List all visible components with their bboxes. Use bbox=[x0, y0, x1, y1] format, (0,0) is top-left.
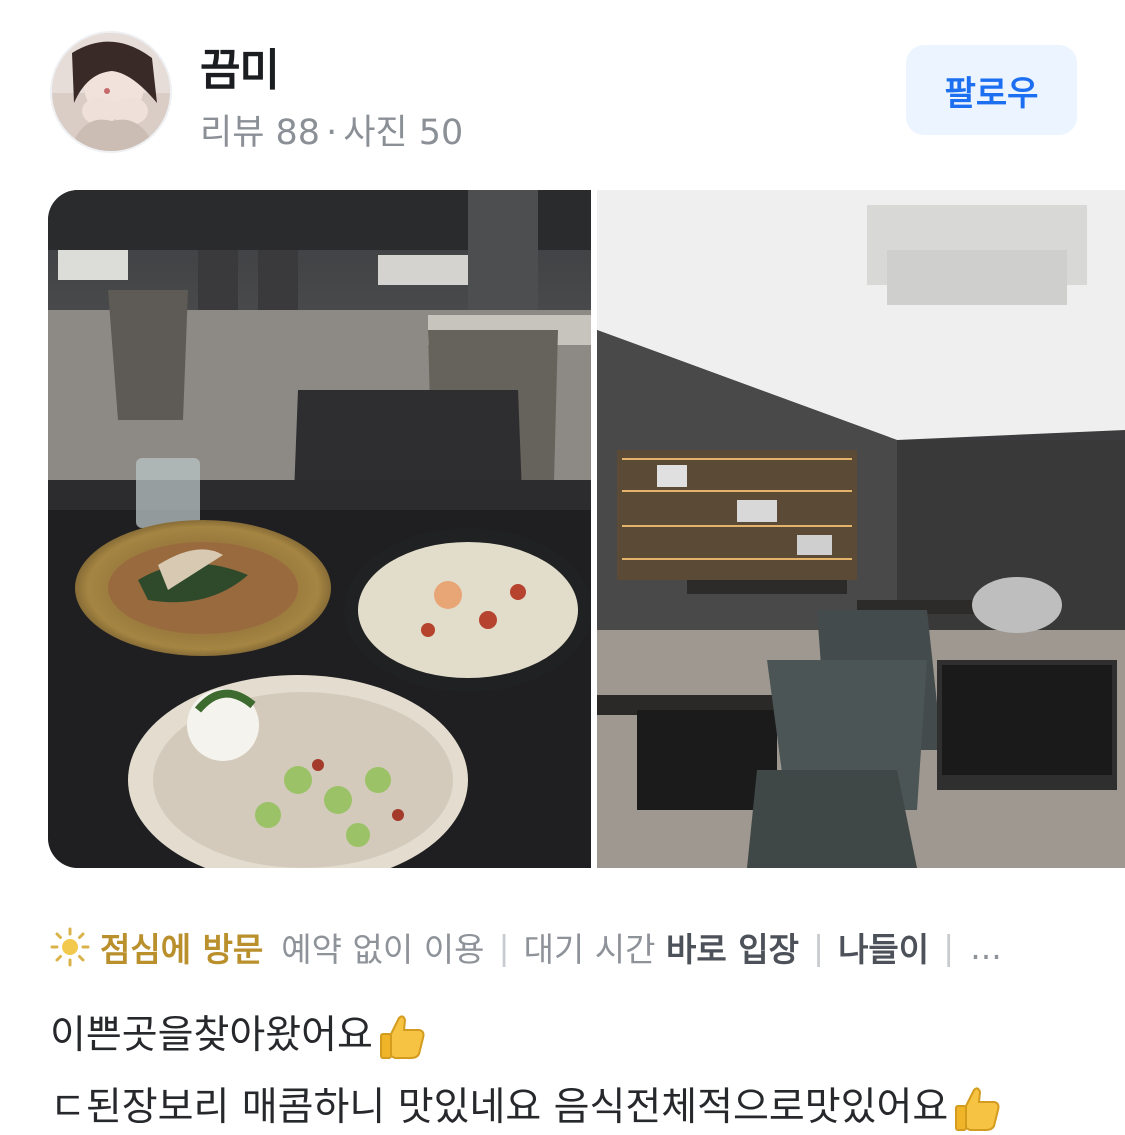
follow-button[interactable]: 팔로우 bbox=[906, 45, 1077, 135]
visit-tags: 점심에 방문 예약 없이 이용 | 대기 시간 바로 입장 | 나들이 | ..… bbox=[50, 923, 1002, 971]
visit-time-tag: 점심에 방문 bbox=[100, 930, 264, 969]
review-count: 리뷰 88 bbox=[200, 113, 321, 153]
more-tags[interactable]: ... bbox=[970, 928, 1001, 967]
review-line-2: ㄷ된장보리 매콤하니 맛있네요 음식전체적으로맛있어요 bbox=[50, 1072, 1004, 1135]
user-name[interactable]: 끔미 bbox=[200, 34, 280, 98]
review-text: 이쁜곳을찾아왔어요 ㄷ된장보리 매콤하니 맛있네요 음식전체적으로맛있어요 bbox=[50, 1000, 1004, 1135]
thumbs-up-icon bbox=[379, 1015, 425, 1059]
user-stats: 리뷰 88 · 사진 50 bbox=[200, 104, 463, 155]
review-line-1: 이쁜곳을찾아왔어요 bbox=[50, 1000, 1004, 1072]
interior-photo[interactable] bbox=[597, 190, 1125, 868]
thumbs-up-icon bbox=[955, 1087, 1000, 1131]
wait-value: 바로 입장 bbox=[666, 930, 799, 969]
review-card: 끔미 리뷰 88 · 사진 50 팔로우 점심에 방문 예약 없이 이용 | 대… bbox=[0, 0, 1125, 1135]
review-line-1-text: 이쁜곳을찾아왔어요 bbox=[50, 1013, 373, 1058]
purpose-tag: 나들이 bbox=[838, 930, 930, 969]
photo-count: 사진 50 bbox=[343, 113, 464, 153]
review-line-2-text: ㄷ된장보리 매콤하니 맛있네요 음식전체적으로맛있어요 bbox=[50, 1085, 949, 1130]
tag-separator: | bbox=[498, 927, 510, 967]
tag-separator: | bbox=[812, 927, 825, 967]
wait-label: 대기 시간 bbox=[523, 930, 656, 969]
food-photo[interactable] bbox=[48, 190, 591, 868]
tag-separator: | bbox=[943, 927, 955, 967]
sun-icon bbox=[50, 927, 90, 967]
meta-separator: · bbox=[326, 113, 338, 153]
reservation-tag: 예약 없이 이용 bbox=[281, 930, 485, 969]
profile-avatar[interactable] bbox=[52, 33, 170, 151]
